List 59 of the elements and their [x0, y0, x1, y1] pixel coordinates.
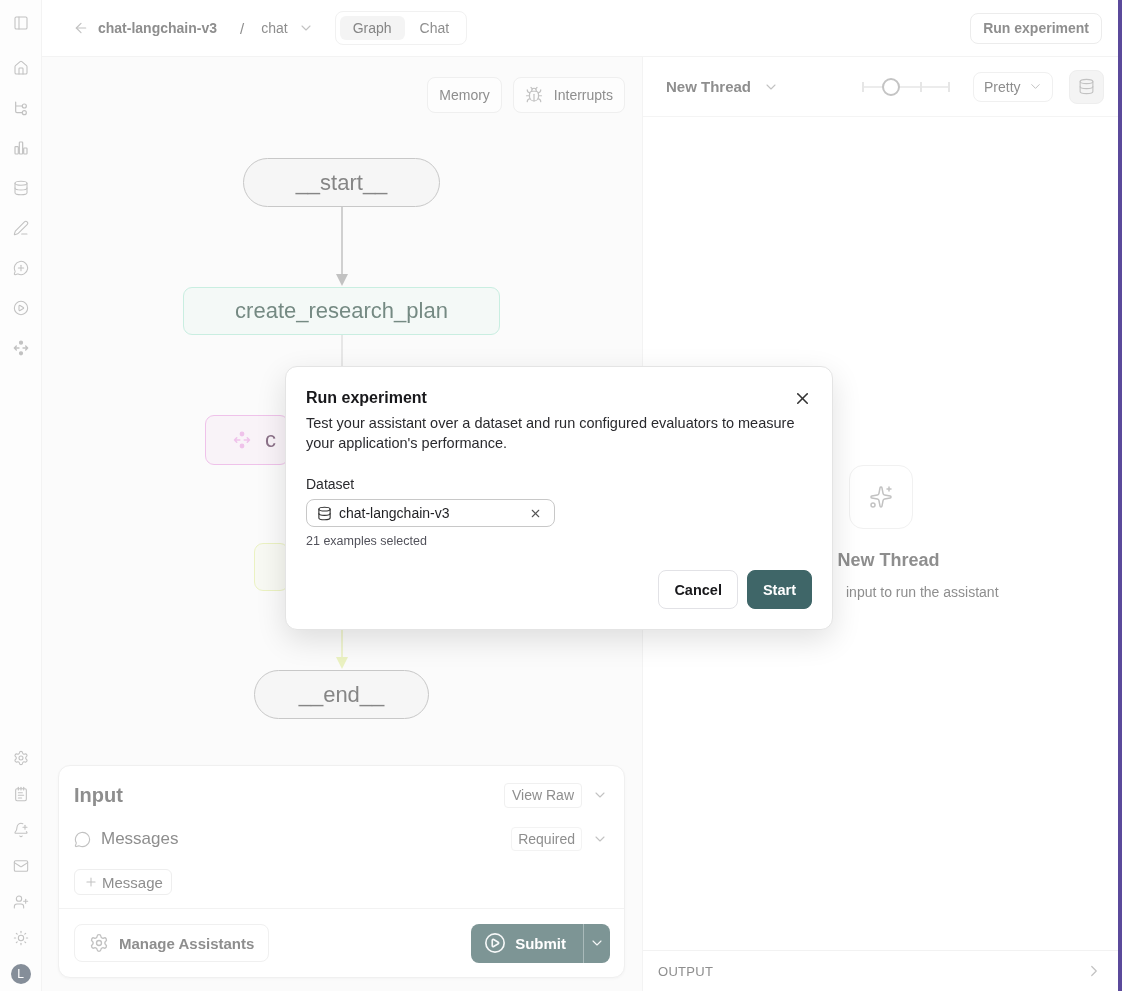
project-breadcrumb[interactable]: chat-langchain-v3: [98, 20, 218, 36]
toolbar-button[interactable]: Memory: [427, 77, 502, 113]
play-icon[interactable]: [12, 300, 29, 316]
dialog-description: Test your assistant over a dataset and run configured evaluators to measure your application's performance.: [306, 414, 796, 453]
dialog-title: Run experiment: [306, 388, 427, 408]
bug-icon: [524, 86, 543, 104]
database-icon: [1078, 78, 1095, 95]
database-button[interactable]: [1069, 69, 1104, 104]
manage-assistants-button[interactable]: Manage Assistants: [74, 924, 270, 962]
cancel-button[interactable]: Cancel: [658, 570, 738, 609]
add-message-button[interactable]: Message: [74, 869, 172, 895]
view-tab[interactable]: Chat: [406, 16, 463, 40]
bell-plus-icon[interactable]: [12, 822, 29, 838]
breadcrumb-separator: /: [240, 19, 245, 37]
run-experiment-button[interactable]: Run experiment: [970, 12, 1102, 44]
thread-dropdown[interactable]: New Thread: [666, 78, 780, 95]
submit-button[interactable]: Submit: [471, 923, 583, 963]
empty-state-text: input to run the assistant: [846, 583, 999, 602]
graph-node: create_research_plan: [183, 287, 500, 335]
nodes-icon[interactable]: [12, 340, 29, 356]
graph-dropdown[interactable]: chat: [261, 20, 314, 36]
sun-icon[interactable]: [12, 930, 29, 946]
required-badge: Required: [511, 827, 582, 851]
speech-bubble-icon: [74, 830, 91, 848]
messages-label: Messages: [101, 829, 180, 849]
dataset-select[interactable]: chat-langchain-v3: [306, 499, 555, 527]
home-icon[interactable]: [12, 60, 29, 76]
chat-plus-icon[interactable]: [12, 260, 29, 276]
pen-icon[interactable]: [12, 220, 29, 236]
bar-chart-icon[interactable]: [12, 140, 29, 156]
input-title: Input: [74, 783, 124, 807]
empty-state-title: New Thread: [837, 549, 940, 571]
settings-icon[interactable]: [12, 750, 29, 766]
view-raw-button[interactable]: View Raw: [504, 782, 582, 808]
avatar[interactable]: L: [10, 964, 31, 984]
edge-arrow: [336, 627, 348, 669]
selection-note: 21 examples selected: [306, 533, 427, 549]
document-icon[interactable]: [12, 786, 29, 802]
sidebar-toggle-icon[interactable]: [12, 15, 29, 31]
settings-icon: [89, 933, 109, 953]
start-button[interactable]: Start: [746, 570, 812, 609]
branch-icon[interactable]: [12, 100, 29, 116]
database-icon: [317, 505, 332, 521]
submit-menu-button[interactable]: [583, 923, 610, 963]
user-plus-icon[interactable]: [12, 894, 29, 910]
database-icon[interactable]: [12, 180, 29, 196]
sparkle-icon: [848, 465, 913, 529]
graph-node: __start__: [243, 158, 440, 207]
play-icon: [484, 932, 507, 954]
nodes-icon: [233, 431, 251, 449]
format-dropdown[interactable]: Pretty: [973, 71, 1053, 102]
graph-node: __end__: [254, 670, 429, 719]
output-label: OUTPUT: [658, 963, 714, 979]
view-tab[interactable]: Graph: [339, 16, 405, 40]
slider-thumb[interactable]: [882, 77, 901, 96]
toolbar-button[interactable]: Interrupts: [512, 77, 625, 113]
plus-icon: [84, 875, 98, 889]
mail-icon[interactable]: [12, 858, 29, 874]
dataset-label: Dataset: [306, 475, 355, 494]
